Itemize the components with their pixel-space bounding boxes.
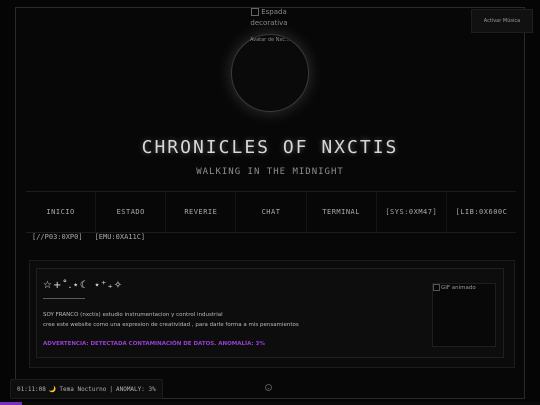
- nav-item-inicio[interactable]: INICIO: [26, 192, 97, 232]
- broken-image-icon: [433, 284, 440, 291]
- nav-item-emu[interactable]: [EMU:0XA11C]: [95, 233, 146, 241]
- nav-item-lib[interactable]: [LIB:0X600C: [447, 192, 516, 232]
- avatar: [231, 34, 309, 112]
- moon-icon: 🌙: [48, 385, 57, 393]
- page-title: CHRONICLES OF NXCTIS: [141, 137, 399, 158]
- status-bar: 01:11:08 🌙 Tema Nocturno | ANOMALY: 3%: [10, 379, 163, 399]
- status-separator: |: [109, 385, 113, 393]
- secondary-nav: [//P03:0XP0] [EMU:0XA11C]: [32, 233, 145, 241]
- page-subtitle: WALKING IN THE MIDNIGHT: [196, 167, 344, 177]
- broken-image-icon: [251, 8, 260, 16]
- nav-item-sys[interactable]: [SYS:0XM47]: [377, 192, 447, 232]
- main-nav: INICIO ESTADO REVERIE CHAT TERMINAL [SYS…: [26, 191, 516, 233]
- status-time: 01:11:08: [17, 385, 46, 393]
- avatar-alt-text: Avatar de Nxc...: [250, 37, 290, 43]
- nav-item-reverie[interactable]: REVERIE: [166, 192, 237, 232]
- nav-item-terminal[interactable]: TERMINAL: [307, 192, 377, 232]
- decorative-sword-image: Espada decorativa: [250, 8, 288, 27]
- nav-item-p03[interactable]: [//P03:0XP0]: [32, 233, 83, 241]
- animated-gif: [432, 283, 496, 347]
- sparkle-decoration: ☆+˚.⋆☾ ⋆⁺₊✧: [43, 280, 124, 291]
- status-theme: Tema Nocturno: [59, 385, 107, 393]
- gif-alt-text: GIF animado: [433, 284, 476, 291]
- status-anomaly: ANOMALY: 3%: [115, 385, 156, 393]
- divider: [43, 298, 85, 299]
- nav-item-chat[interactable]: CHAT: [236, 192, 307, 232]
- scroll-down-icon[interactable]: ⌄: [265, 384, 272, 391]
- bio-line-2: cree este website como una expresion de …: [43, 322, 299, 328]
- music-toggle-button[interactable]: Activar Música: [471, 9, 533, 33]
- anomaly-warning: ADVERTENCIA: DETECTADA CONTAMINACIÓN DE …: [43, 341, 265, 347]
- nav-item-estado[interactable]: ESTADO: [96, 192, 167, 232]
- bio-line-1: SOY FRANCO (nxctis) estudio instrumentac…: [43, 312, 223, 318]
